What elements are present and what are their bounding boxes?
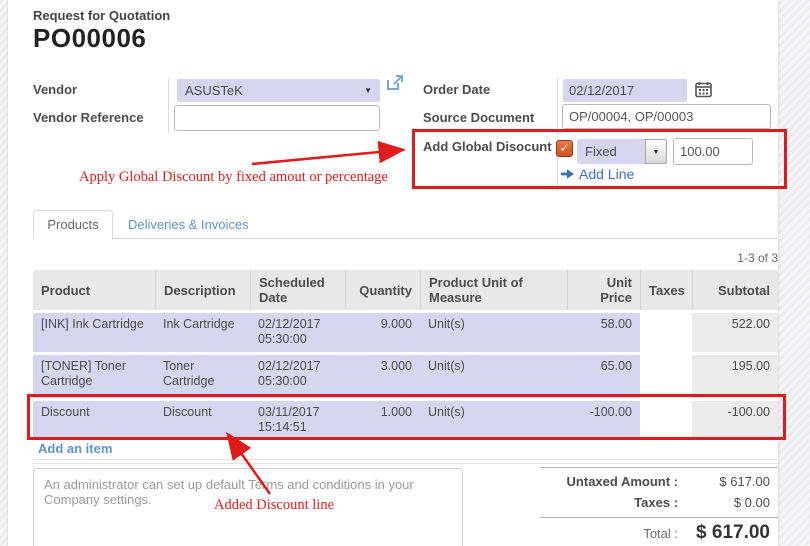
vendor-reference-label: Vendor Reference xyxy=(33,110,144,125)
field-separator-left xyxy=(168,78,169,133)
totals-panel: Untaxed Amount : $ 617.00 Taxes : $ 0.00… xyxy=(540,467,778,544)
request-for-quotation-page: Request for Quotation PO00006 Vendor ASU… xyxy=(0,0,810,546)
cell-uom[interactable]: Unit(s) xyxy=(420,313,567,352)
cell-taxes[interactable] xyxy=(640,401,692,439)
column-header-description[interactable]: Description xyxy=(155,270,250,310)
select-dropdown-button[interactable]: ▼ xyxy=(645,139,667,164)
table-row[interactable]: [TONER] Toner Cartridge Toner Cartridge … xyxy=(33,355,778,398)
untaxed-amount-label: Untaxed Amount : xyxy=(540,474,678,489)
cell-scheduled-date[interactable]: 03/11/2017 15:14:51 xyxy=(250,401,345,439)
cell-description[interactable]: Toner Cartridge xyxy=(155,355,250,398)
cell-product[interactable]: Discount xyxy=(33,401,155,439)
cell-subtotal: 195.00 xyxy=(692,355,778,398)
table-row[interactable]: [INK] Ink Cartridge Ink Cartridge 02/12/… xyxy=(33,313,778,352)
annotation-note-global-discount: Apply Global Discount by fixed amout or … xyxy=(79,169,388,186)
untaxed-amount-value: $ 617.00 xyxy=(678,474,778,489)
column-header-quantity[interactable]: Quantity xyxy=(345,270,420,310)
cell-product[interactable]: [INK] Ink Cartridge xyxy=(33,313,155,352)
total-row: Total : $ 617.00 xyxy=(540,522,778,544)
cell-description[interactable]: Discount xyxy=(155,401,250,439)
cell-quantity[interactable]: 9.000 xyxy=(345,313,420,352)
tab-products[interactable]: Products xyxy=(33,210,113,239)
discount-type-select[interactable]: Fixed ▼ xyxy=(577,139,667,164)
pager[interactable]: 1-3 of 3 xyxy=(698,251,778,265)
cell-uom[interactable]: Unit(s) xyxy=(420,355,567,398)
order-date-field[interactable]: 02/12/2017 23:49:28 xyxy=(563,79,687,102)
vendor-reference-input[interactable] xyxy=(174,105,380,131)
cell-uom[interactable]: Unit(s) xyxy=(420,401,567,439)
column-header-product[interactable]: Product xyxy=(33,283,155,298)
add-line-link[interactable]: Add Line xyxy=(561,166,634,182)
total-value: $ 617.00 xyxy=(678,522,778,544)
source-document-label: Source Document xyxy=(423,110,534,125)
tab-deliveries-invoices-label: Deliveries & Invoices xyxy=(128,217,249,232)
global-discount-label: Add Global Disocunt xyxy=(423,139,552,154)
tab-divider xyxy=(33,238,778,239)
table-row-discount[interactable]: Discount Discount 03/11/2017 15:14:51 1.… xyxy=(33,401,778,439)
cell-subtotal: -100.00 xyxy=(692,401,778,439)
taxes-row: Taxes : $ 0.00 xyxy=(540,495,778,510)
totals-divider xyxy=(540,517,778,518)
total-label: Total : xyxy=(540,526,678,541)
order-lines-table: Product Description Scheduled Date Quant… xyxy=(33,270,778,439)
tab-products-label: Products xyxy=(47,217,98,232)
tab-deliveries-invoices[interactable]: Deliveries & Invoices xyxy=(128,217,249,232)
cell-unit-price[interactable]: 58.00 xyxy=(567,313,640,352)
add-an-item-link[interactable]: Add an item xyxy=(38,441,112,456)
taxes-label: Taxes : xyxy=(540,495,678,510)
cell-taxes[interactable] xyxy=(640,313,692,352)
column-header-subtotal[interactable]: Subtotal xyxy=(692,270,778,310)
chevron-down-icon: ▼ xyxy=(653,149,660,156)
cell-scheduled-date[interactable]: 02/12/2017 05:30:00 xyxy=(250,313,345,352)
taxes-value: $ 0.00 xyxy=(678,495,778,510)
field-separator-right xyxy=(557,78,558,190)
cell-unit-price[interactable]: -100.00 xyxy=(567,401,640,439)
document-type-label: Request for Quotation xyxy=(33,8,170,23)
section-divider xyxy=(33,463,778,464)
source-document-input[interactable] xyxy=(562,104,771,129)
arrow-right-icon xyxy=(561,168,574,180)
untaxed-amount-row: Untaxed Amount : $ 617.00 xyxy=(540,474,778,489)
order-date-label: Order Date xyxy=(423,82,490,97)
section-divider xyxy=(33,459,778,460)
calendar-icon[interactable] xyxy=(695,81,712,103)
column-header-uom[interactable]: Product Unit of Measure xyxy=(420,270,567,310)
cell-product[interactable]: [TONER] Toner Cartridge xyxy=(33,355,155,398)
column-header-taxes[interactable]: Taxes xyxy=(640,270,692,310)
external-link-icon[interactable] xyxy=(385,73,405,98)
add-line-label: Add Line xyxy=(579,166,634,182)
annotation-note-discount-line: Added Discount line xyxy=(214,497,334,514)
discount-amount-input[interactable] xyxy=(673,138,753,165)
cell-taxes[interactable] xyxy=(640,355,692,398)
page-title: PO00006 xyxy=(33,23,146,54)
cell-quantity[interactable]: 1.000 xyxy=(345,401,420,439)
vendor-select-value: ASUSTeK xyxy=(177,83,243,98)
table-header: Product Description Scheduled Date Quant… xyxy=(33,270,778,310)
form-sheet: Request for Quotation PO00006 Vendor ASU… xyxy=(8,0,778,546)
cell-description[interactable]: Ink Cartridge xyxy=(155,313,250,352)
cell-quantity[interactable]: 3.000 xyxy=(345,355,420,398)
cell-subtotal: 522.00 xyxy=(692,313,778,352)
check-icon: ✓ xyxy=(559,141,569,155)
global-discount-checkbox[interactable]: ✓ xyxy=(556,140,573,157)
column-header-scheduled-date[interactable]: Scheduled Date xyxy=(250,270,345,310)
column-header-unit-price[interactable]: Unit Price xyxy=(567,270,640,310)
cell-scheduled-date[interactable]: 02/12/2017 05:30:00 xyxy=(250,355,345,398)
cell-unit-price[interactable]: 65.00 xyxy=(567,355,640,398)
vendor-label: Vendor xyxy=(33,82,77,97)
chevron-down-icon: ▼ xyxy=(364,79,372,102)
vendor-select[interactable]: ASUSTeK ▼ xyxy=(177,79,380,102)
